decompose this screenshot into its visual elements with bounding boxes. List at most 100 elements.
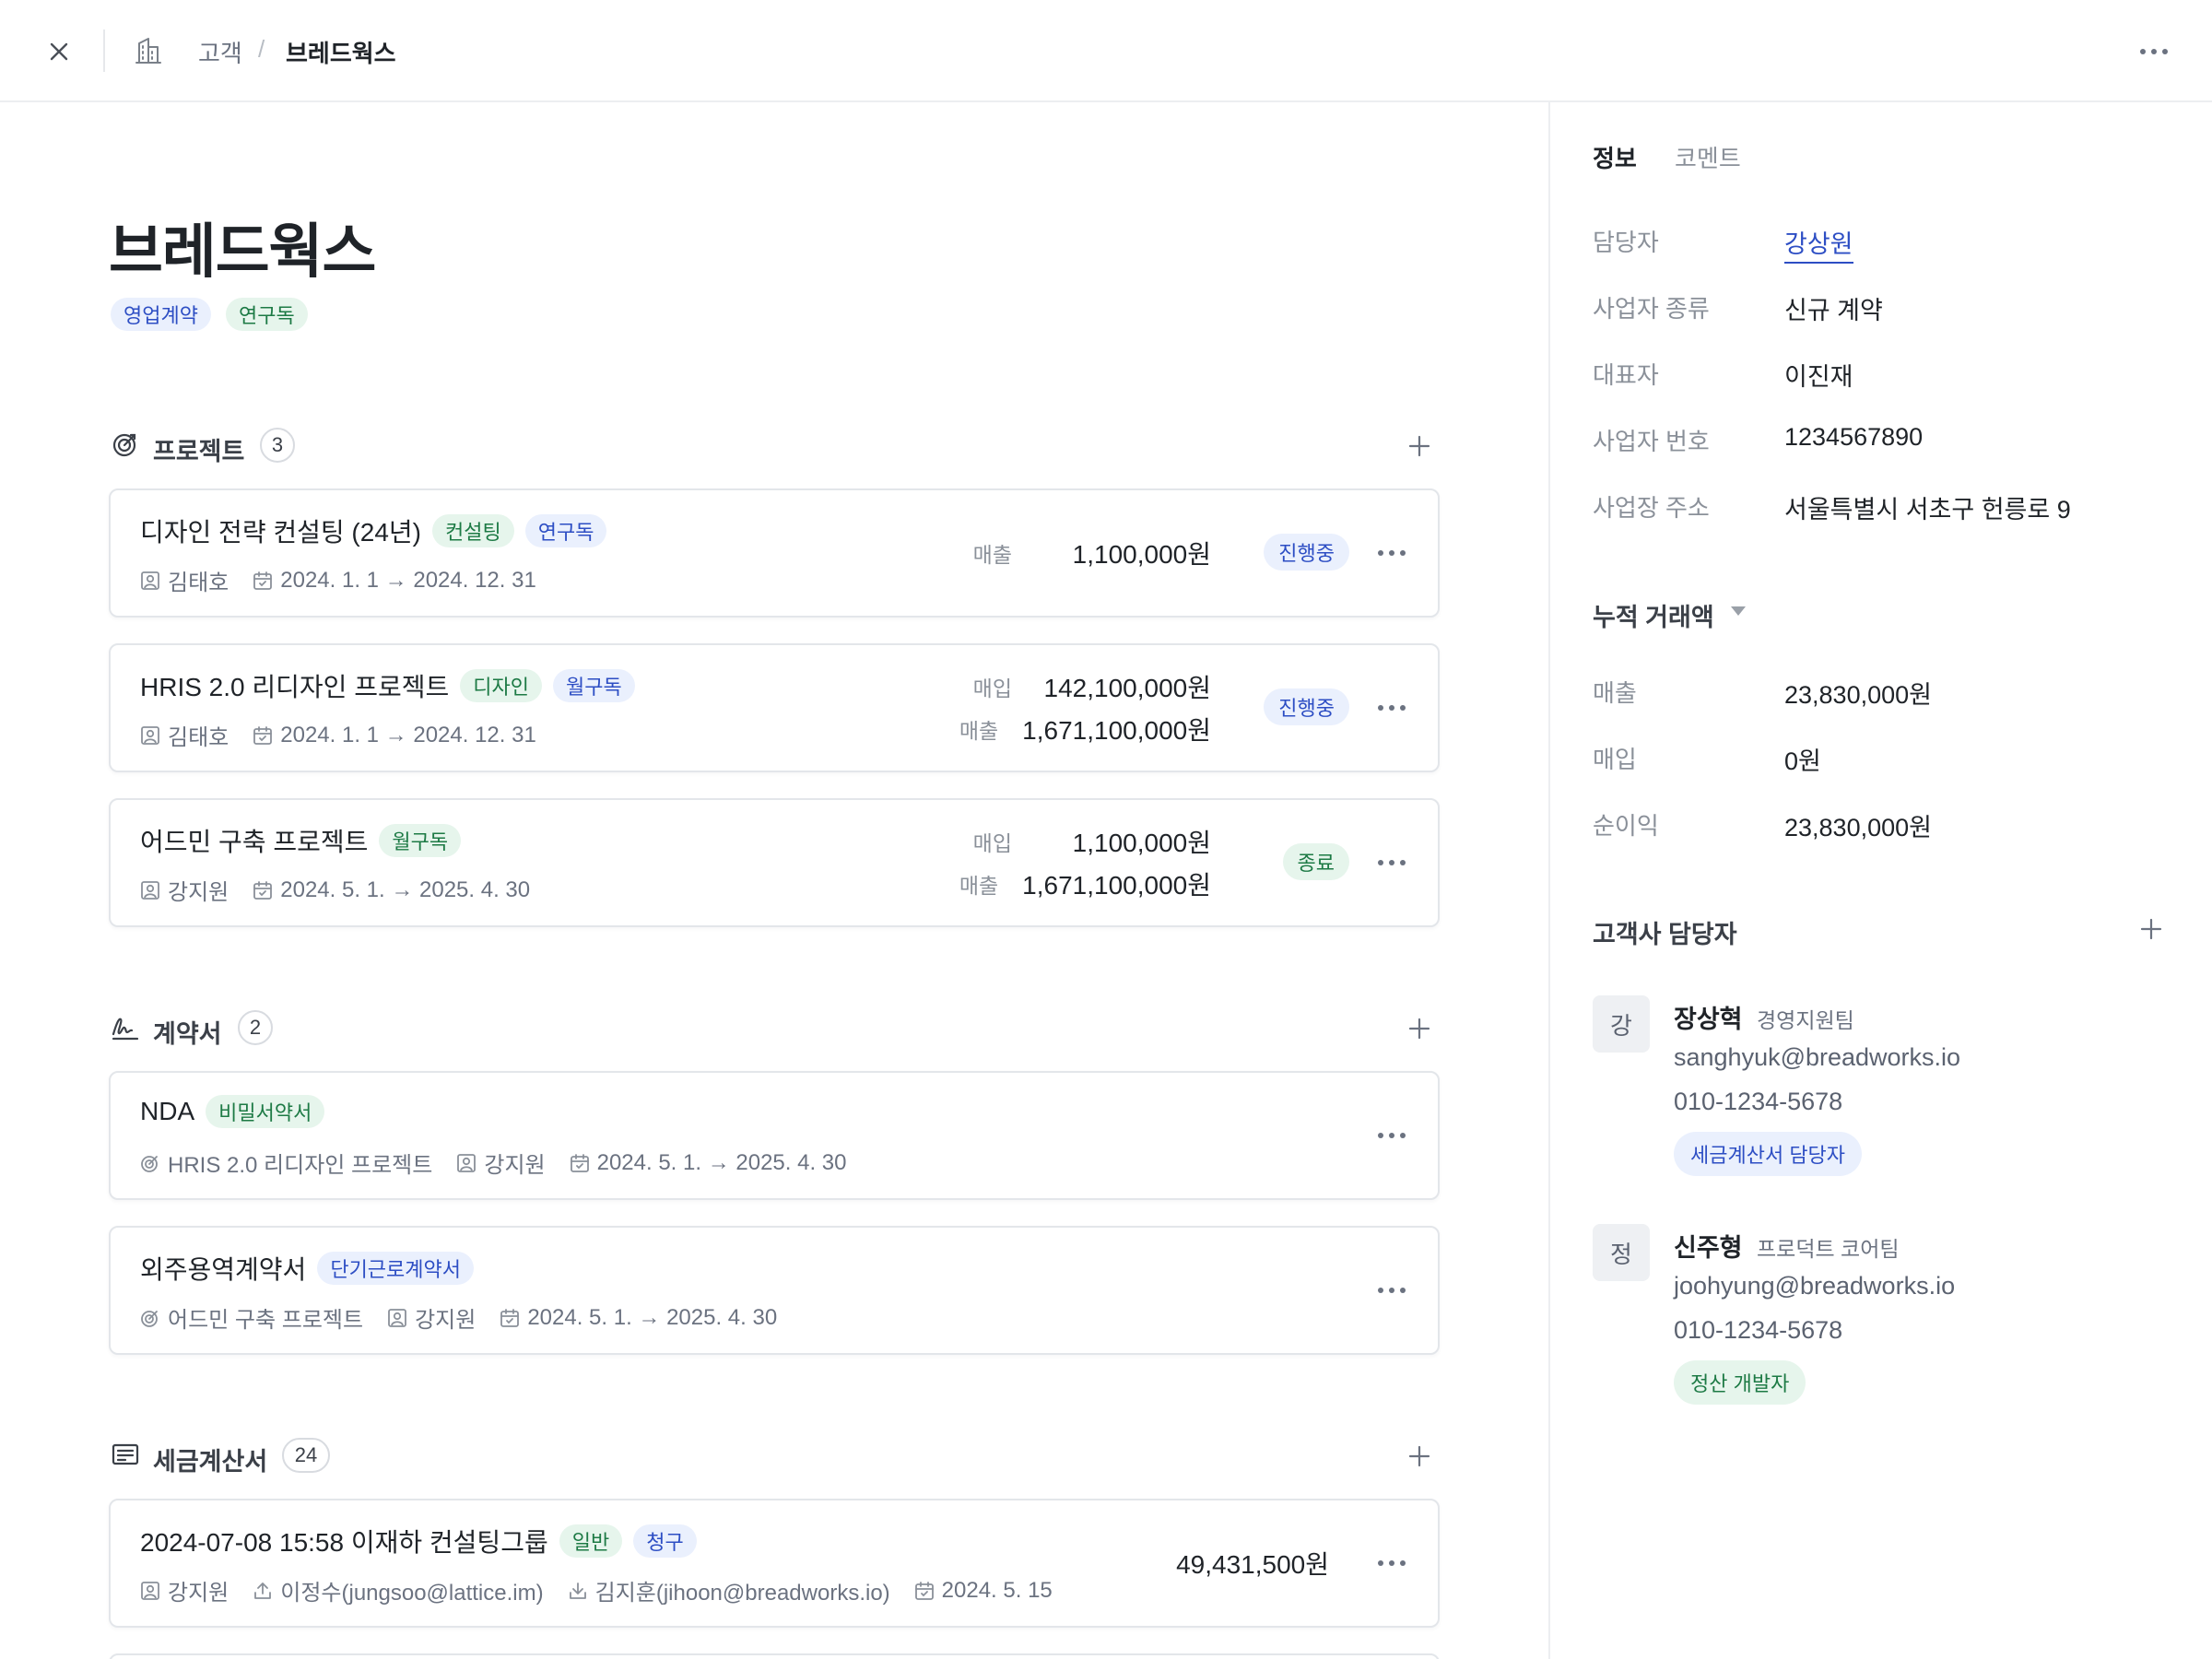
person-icon: [141, 880, 159, 900]
period-text: 2024. 5. 1. → 2025. 4. 30: [527, 1304, 778, 1330]
contract-card[interactable]: 외주용역계약서 단기근로계약서 어드민 구축 프로젝트 강지원 2024. 5.…: [109, 1226, 1440, 1355]
person-icon: [388, 1308, 406, 1327]
project-period: 2024. 1. 1 → 2024. 12. 31: [253, 723, 536, 748]
totals-row-revenue: 매출 23,830,000원: [1593, 671, 2183, 709]
section-title: 세금계산서: [153, 1448, 268, 1476]
more-icon: [1378, 705, 1406, 711]
company-tag[interactable]: 영업계약: [111, 298, 211, 331]
project-owner: 김태호: [140, 719, 229, 751]
calendar-icon: [253, 571, 273, 590]
info-value: 23,830,000원: [1784, 814, 1932, 841]
add-contact-button[interactable]: [2133, 911, 2170, 947]
close-button[interactable]: [41, 33, 77, 70]
contact-email[interactable]: joohyung@breadworks.io: [1674, 1272, 1955, 1300]
add-invoice-button[interactable]: [1401, 1438, 1438, 1475]
status-badge: 진행중: [1264, 534, 1349, 571]
company-tag[interactable]: 연구독: [225, 298, 308, 331]
tab-info[interactable]: 정보: [1593, 140, 1637, 174]
contract-period: 2024. 5. 1. → 2025. 4. 30: [570, 1149, 847, 1176]
info-value: 23,830,000원: [1784, 681, 1932, 709]
totals-title[interactable]: 누적 거래액: [1593, 597, 1714, 633]
info-row-address: 사업장 주소 서울특별시 서초구 헌릉로 9: [1593, 486, 2183, 524]
tab-comments[interactable]: 코멘트: [1675, 140, 1741, 174]
project-tag: 연구독: [524, 514, 607, 547]
contact-card[interactable]: 정 신주형 프로덕트 코어팀 joohyung@breadworks.io 01…: [1593, 1224, 2183, 1427]
divider: [103, 29, 105, 72]
info-label: 대표자: [1593, 361, 1659, 389]
more-icon: [1378, 1560, 1406, 1566]
date-text: 2024. 5. 15: [941, 1577, 1053, 1603]
receiver-text: 김지훈(jihoon@breadworks.io): [594, 1581, 890, 1606]
owner-name: 김태호: [168, 725, 229, 750]
target-icon: [141, 1155, 158, 1172]
period-text: 2024. 5. 1. → 2025. 4. 30: [596, 1149, 847, 1175]
invoice-tag: 일반: [559, 1524, 623, 1558]
section-count: 3: [260, 428, 295, 463]
contact-team: 프로덕트 코어팀: [1757, 1237, 1900, 1261]
project-name: HRIS 2.0 리디자인 프로젝트: [168, 1153, 433, 1178]
contact-email[interactable]: sanghyuk@breadworks.io: [1674, 1043, 1960, 1072]
breadcrumb-current: 브레드웍스: [286, 40, 396, 67]
add-contract-button[interactable]: [1401, 1010, 1438, 1047]
caret-down-icon[interactable]: [1731, 606, 1746, 616]
info-label: 사업자 번호: [1593, 428, 1710, 455]
invoice-card[interactable]: 2024-07-08 15:58 이재하 컨설팅그룹 일반 청구 강지원 이정수…: [109, 1499, 1440, 1628]
amount-label: 매출: [972, 543, 1012, 567]
contract-card[interactable]: NDA 비밀서약서 HRIS 2.0 리디자인 프로젝트 강지원 2024. 5…: [109, 1071, 1440, 1200]
project-title: HRIS 2.0 리디자인 프로젝트: [140, 673, 450, 701]
receipt-icon: [112, 1443, 139, 1465]
invoice-receiver: 김지훈(jihoon@breadworks.io): [568, 1574, 890, 1606]
calendar-icon: [500, 1308, 520, 1327]
info-label: 매출: [1593, 679, 1637, 707]
section-title: 계약서: [153, 1020, 222, 1048]
project-tag: 디자인: [460, 669, 542, 702]
contracts-section-header: 계약서 2: [111, 1010, 1438, 1048]
plus-icon: [2140, 918, 2162, 940]
sender-text: 이정수(jungsoo@lattice.im): [280, 1581, 544, 1606]
status-badge: 종료: [1282, 843, 1349, 880]
more-icon: [1378, 550, 1406, 556]
amount-label: 매입: [972, 831, 1012, 855]
company-tags: 영업계약 연구독: [111, 298, 308, 331]
contract-more-button[interactable]: [1373, 1117, 1410, 1154]
breadcrumb-parent[interactable]: 고객: [198, 35, 242, 69]
info-label: 담당자: [1593, 229, 1659, 256]
info-row-manager: 담당자 강상원: [1593, 220, 2183, 264]
info-label: 순이익: [1593, 812, 1659, 840]
top-more-button[interactable]: [2131, 33, 2177, 70]
owner-name: 강지원: [168, 1581, 229, 1606]
project-tag: 월구독: [552, 669, 635, 702]
manager-link[interactable]: 강상원: [1784, 224, 1853, 264]
contract-period: 2024. 5. 1. → 2025. 4. 30: [500, 1305, 777, 1331]
project-card[interactable]: HRIS 2.0 리디자인 프로젝트 디자인 월구독 김태호 2024. 1. …: [109, 643, 1440, 772]
invoices-section-header: 세금계산서 24: [111, 1438, 1438, 1476]
contract-more-button[interactable]: [1373, 1272, 1410, 1309]
info-value: 0원: [1784, 747, 1821, 775]
project-more-button[interactable]: [1373, 689, 1410, 726]
invoice-more-button[interactable]: [1373, 1545, 1410, 1582]
signature-icon: [112, 1018, 139, 1041]
info-row-business-number: 사업자 번호 1234567890: [1593, 419, 2183, 456]
upload-icon: [254, 1582, 272, 1599]
info-row-business-type: 사업자 종류 신규 계약: [1593, 287, 2183, 324]
project-card[interactable]: 디자인 전략 컨설팅 (24년) 컨설팅 연구독 김태호 2024. 1. 1 …: [109, 488, 1440, 618]
info-value: 신규 계약: [1784, 297, 1883, 324]
period-text: 2024. 1. 1 → 2024. 12. 31: [280, 722, 536, 747]
contact-role-badge: 정산 개발자: [1674, 1360, 1806, 1405]
project-more-button[interactable]: [1373, 535, 1410, 571]
section-count: 2: [238, 1010, 273, 1045]
target-icon: [141, 1310, 158, 1327]
add-project-button[interactable]: [1401, 428, 1438, 465]
project-more-button[interactable]: [1373, 844, 1410, 881]
project-tag: 월구독: [379, 824, 462, 857]
plus-icon: [1408, 1445, 1430, 1467]
invoice-owner: 강지원: [140, 1574, 229, 1606]
contract-title: 외주용역계약서: [140, 1255, 307, 1284]
invoice-card[interactable]: [109, 1653, 1440, 1659]
project-card[interactable]: 어드민 구축 프로젝트 월구독 강지원 2024. 5. 1. → 2025. …: [109, 798, 1440, 927]
amount-value: 1,671,100,000원: [1022, 871, 1211, 900]
calendar-icon: [914, 1581, 934, 1600]
contact-card[interactable]: 강 장상혁 경영지원팀 sanghyuk@breadworks.io 010-1…: [1593, 995, 2183, 1198]
contact-name: 장상혁: [1674, 1006, 1743, 1033]
project-amounts: 매입 142,100,000원 매출 1,671,100,000원: [959, 645, 1211, 771]
